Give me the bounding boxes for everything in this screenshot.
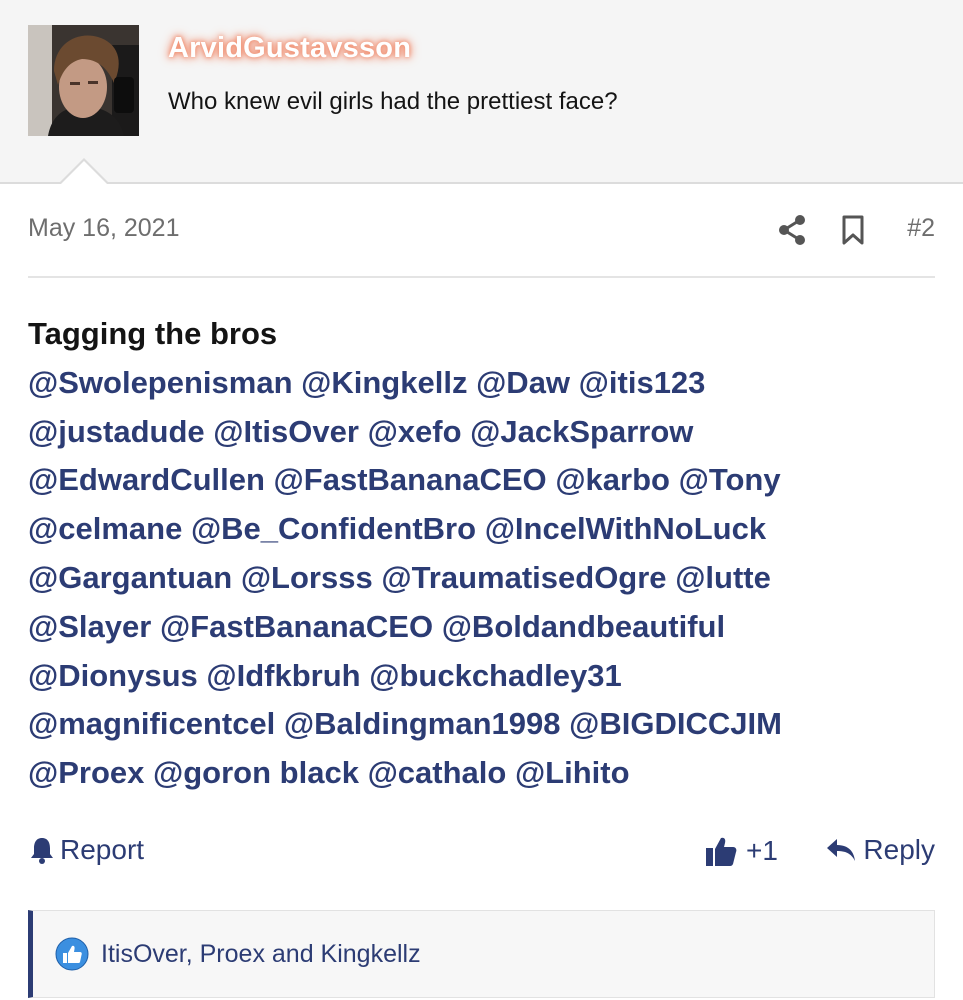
user-mention-link[interactable]: @itis123 (579, 365, 706, 400)
like-count: +1 (746, 835, 778, 866)
share-icon[interactable] (777, 214, 807, 246)
reply-label: Reply (863, 834, 935, 865)
mention-list: @Swolepenisman @Kingkellz @Daw @itis123 @… (28, 359, 948, 798)
user-mention-link[interactable]: @TraumatisedOgre (381, 560, 666, 595)
user-mention-link[interactable]: @xefo (368, 414, 462, 449)
mention-line: @EdwardCullen @FastBananaCEO @karbo @Ton… (28, 456, 948, 505)
user-mention-link[interactable]: @FastBananaCEO (274, 462, 547, 497)
user-mention-link[interactable]: @Kingkellz (301, 365, 467, 400)
user-mention-link[interactable]: @Lorsss (241, 560, 373, 595)
avatar-image (28, 25, 139, 136)
avatar[interactable] (28, 25, 139, 136)
reply-arrow-icon (827, 839, 856, 861)
user-mention-link[interactable]: @celmane (28, 511, 182, 546)
post-number[interactable]: #2 (907, 214, 935, 243)
mention-line: @magnificentcel @Baldingman1998 @BIGDICC… (28, 700, 948, 749)
user-mention-link[interactable]: @Idfkbruh (206, 658, 360, 693)
mention-line: @Dionysus @Idfkbruh @buckchadley31 (28, 652, 948, 701)
user-mention-link[interactable]: @lutte (675, 560, 771, 595)
user-mention-link[interactable]: @Slayer (28, 609, 151, 644)
user-mention-link[interactable]: @BIGDICCJIM (569, 706, 782, 741)
user-mention-link[interactable]: @IncelWithNoLuck (485, 511, 766, 546)
user-mention-link[interactable]: @cathalo (368, 755, 507, 790)
user-mention-link[interactable]: @Dionysus (28, 658, 198, 693)
user-mention-link[interactable]: @Daw (476, 365, 570, 400)
post-body: Tagging the bros @Swolepenisman @Kingkel… (28, 310, 948, 798)
user-mention-link[interactable]: @justadude (28, 414, 205, 449)
user-mention-link[interactable]: @FastBananaCEO (160, 609, 433, 644)
post-meta: May 16, 2021 #2 (28, 212, 935, 252)
user-mention-link[interactable]: @ItisOver (213, 414, 359, 449)
user-mention-link[interactable]: @Lihito (515, 755, 630, 790)
user-mention-link[interactable]: @magnificentcel (28, 706, 275, 741)
mention-line: @Slayer @FastBananaCEO @Boldandbeautiful (28, 603, 948, 652)
bell-icon (31, 838, 53, 864)
post-date[interactable]: May 16, 2021 (28, 214, 180, 243)
user-mention-link[interactable]: @Boldandbeautiful (442, 609, 725, 644)
user-mention-link[interactable]: @goron black (153, 755, 359, 790)
mention-line: @celmane @Be_ConfidentBro @IncelWithNoLu… (28, 505, 948, 554)
post-intro: Tagging the bros (28, 316, 278, 351)
mention-line: @Gargantuan @Lorsss @TraumatisedOgre @lu… (28, 554, 948, 603)
user-mention-link[interactable]: @Gargantuan (28, 560, 232, 595)
user-mention-link[interactable]: @JackSparrow (470, 414, 693, 449)
user-mention-link[interactable]: @Baldingman1998 (284, 706, 561, 741)
user-mention-link[interactable]: @Be_ConfidentBro (191, 511, 476, 546)
mention-line: @Proex @goron black @cathalo @Lihito (28, 749, 948, 798)
like-button[interactable]: +1 (704, 834, 778, 868)
user-mention-link[interactable]: @karbo (555, 462, 670, 497)
user-title: Who knew evil girls had the prettiest fa… (168, 88, 618, 115)
post-actions: Report +1 Reply (28, 834, 935, 878)
meta-divider (28, 276, 935, 278)
reactions-text[interactable]: ItisOver, Proex and Kingkellz (101, 940, 421, 969)
mention-line: @Swolepenisman @Kingkellz @Daw @itis123 (28, 359, 948, 408)
user-mention-link[interactable]: @buckchadley31 (369, 658, 622, 693)
user-mention-link[interactable]: @Proex (28, 755, 144, 790)
user-mention-link[interactable]: @Swolepenisman (28, 365, 293, 400)
mention-line: @justadude @ItisOver @xefo @JackSparrow (28, 408, 948, 457)
bookmark-icon[interactable] (840, 215, 866, 245)
reactions-bar[interactable]: ItisOver, Proex and Kingkellz (28, 910, 935, 998)
user-header: ArvidGustavsson Who knew evil girls had … (0, 0, 963, 185)
reply-button[interactable]: Reply (825, 834, 935, 866)
user-mention-link[interactable]: @EdwardCullen (28, 462, 265, 497)
thumbs-up-icon (706, 837, 737, 866)
report-label: Report (60, 834, 145, 865)
report-button[interactable]: Report (28, 834, 144, 866)
user-mention-link[interactable]: @Tony (679, 462, 781, 497)
username[interactable]: ArvidGustavsson (168, 32, 411, 65)
like-reaction-icon (55, 937, 89, 971)
